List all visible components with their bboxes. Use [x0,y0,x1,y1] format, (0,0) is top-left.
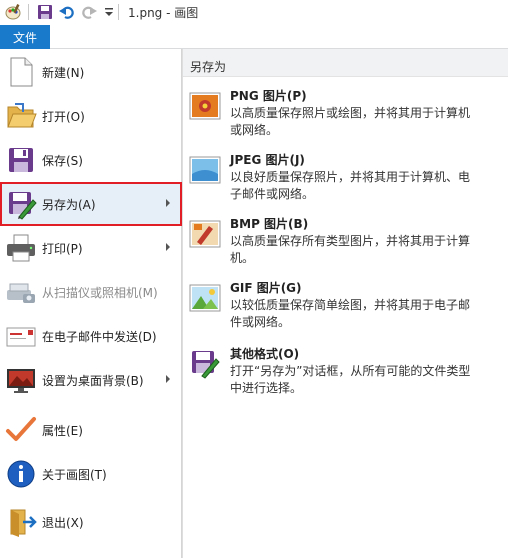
new-file-icon [5,56,37,88]
scanner-icon [5,276,37,308]
submenu-item-title: BMP 图片(B) [230,217,309,231]
other-formats-icon [189,348,221,380]
menu-item-save-as[interactable]: 另存为(A) [0,182,182,226]
exit-icon [5,506,37,538]
menu-item-send-email[interactable]: 在电子邮件中发送(D) [0,314,182,358]
menu-item-label: 关于画图(T) [42,468,107,482]
menu-item-label: 另存为(A) [42,198,96,212]
save-as-bmp[interactable]: BMP 图片(B) 以高质量保存所有类型图片，并将其用于计算机。 [183,215,508,271]
menu-item-new[interactable]: 新建(N) [0,50,182,94]
menu-item-label: 打印(P) [42,242,83,256]
menu-item-properties[interactable]: 属性(E) [0,408,182,452]
menu-item-print[interactable]: 打印(P) [0,226,182,270]
file-menu: 新建(N) 打开(O) 保存(S) 另存为(A) 打印(P) 从扫描仪或照相机(… [0,49,182,558]
menu-item-set-desktop-background[interactable]: 设置为桌面背景(B) [0,358,182,402]
properties-checkmark-icon [5,414,37,446]
menu-item-label: 设置为桌面背景(B) [42,374,144,388]
toolbar-separator [28,4,29,20]
save-as-submenu: 另存为 PNG 图片(P) 以高质量保存照片或绘图，并将其用于计算机或网络。 J… [182,49,508,558]
ribbon-tab-bar: 文件 [0,25,508,49]
menu-item-label: 属性(E) [42,424,83,438]
menu-item-label: 打开(O) [42,110,85,124]
menu-item-label: 从扫描仪或照相机(M) [42,286,158,300]
png-image-icon [189,90,221,122]
submenu-arrow-icon [166,375,170,383]
save-as-icon [5,188,37,220]
submenu-arrow-icon [166,199,170,207]
menu-item-exit[interactable]: 退出(X) [0,500,182,544]
menu-item-label: 退出(X) [42,516,84,530]
jpeg-image-icon [189,154,221,186]
submenu-item-description: 以良好质量保存照片，并将其用于计算机、电子邮件或网络。 [230,170,471,201]
menu-item-save[interactable]: 保存(S) [0,138,182,182]
submenu-item-description: 以高质量保存所有类型图片，并将其用于计算机。 [230,234,471,265]
title-bar: 1.png - 画图 [0,0,508,24]
save-as-gif[interactable]: GIF 图片(G) 以较低质量保存简单绘图，并将其用于电子邮件或网络。 [183,279,508,335]
desktop-background-icon [5,364,37,396]
save-as-other-formats[interactable]: 其他格式(O) 打开“另存为”对话框，从所有可能的文件类型中进行选择。 [183,345,508,401]
menu-item-label: 新建(N) [42,66,85,80]
submenu-item-description: 打开“另存为”对话框，从所有可能的文件类型中进行选择。 [230,364,471,395]
paint-app-icon[interactable] [4,3,22,21]
open-folder-icon [5,100,37,132]
submenu-item-description: 以高质量保存照片或绘图，并将其用于计算机或网络。 [230,106,471,137]
title-separator [118,4,119,20]
undo-icon[interactable] [58,3,76,21]
print-icon [5,232,37,264]
save-icon [5,144,37,176]
menu-item-from-scanner[interactable]: 从扫描仪或照相机(M) [0,270,182,314]
submenu-header-label: 另存为 [190,60,227,74]
customize-dropdown-icon[interactable] [100,3,118,21]
menu-item-about[interactable]: 关于画图(T) [0,452,182,496]
info-icon [5,458,37,490]
submenu-item-title: PNG 图片(P) [230,89,307,103]
submenu-item-description: 以较低质量保存简单绘图，并将其用于电子邮件或网络。 [230,298,471,329]
menu-item-label: 保存(S) [42,154,83,168]
menu-item-label: 在电子邮件中发送(D) [42,330,157,344]
submenu-arrow-icon [166,243,170,251]
menu-item-open[interactable]: 打开(O) [0,94,182,138]
submenu-item-title: JPEG 图片(J) [230,153,305,167]
file-tab[interactable]: 文件 [0,25,50,49]
submenu-header: 另存为 [183,49,508,77]
submenu-item-title: 其他格式(O) [230,347,300,361]
gif-image-icon [189,282,221,314]
bmp-image-icon [189,218,221,250]
submenu-item-title: GIF 图片(G) [230,281,302,295]
email-icon [5,320,37,352]
save-icon[interactable] [36,3,54,21]
save-as-jpeg[interactable]: JPEG 图片(J) 以良好质量保存照片，并将其用于计算机、电子邮件或网络。 [183,151,508,207]
redo-icon[interactable] [80,3,98,21]
window-title: 1.png - 画图 [128,6,199,20]
save-as-png[interactable]: PNG 图片(P) 以高质量保存照片或绘图，并将其用于计算机或网络。 [183,87,508,143]
